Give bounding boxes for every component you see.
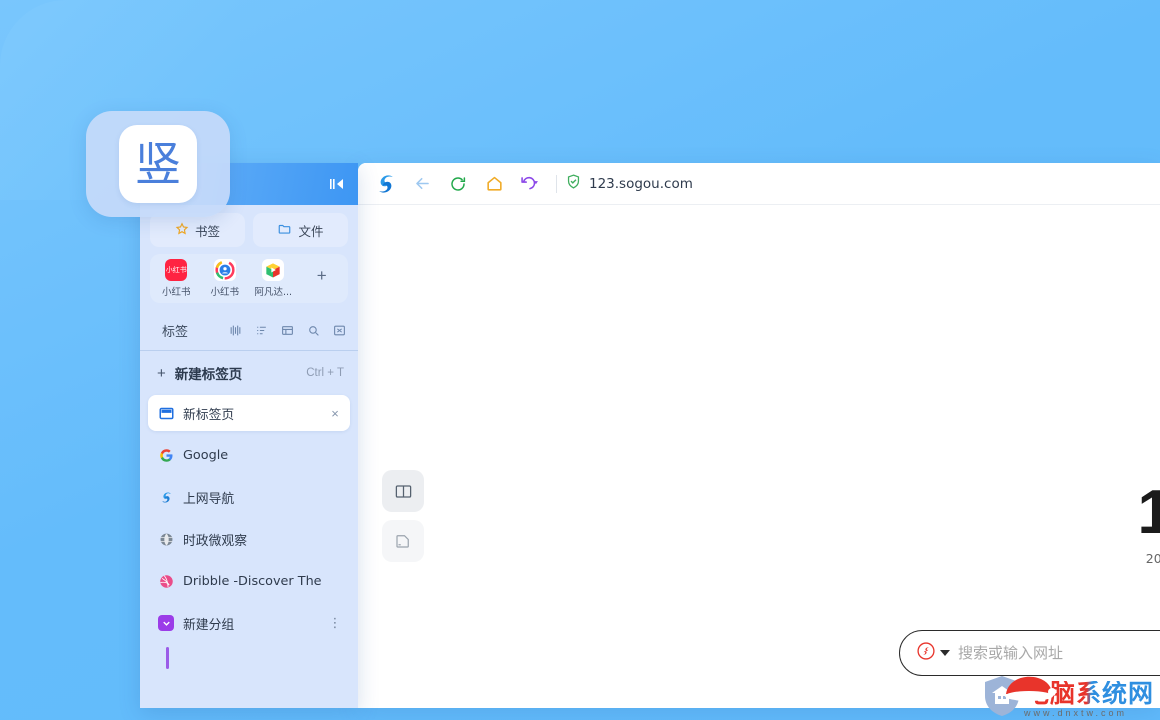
- sidebar-app-1[interactable]: 小红书: [201, 259, 250, 298]
- sidebar-tag-title: 标签: [162, 325, 189, 340]
- back-arrow-icon[interactable]: [404, 169, 440, 199]
- group-indent-line: [166, 647, 169, 669]
- dribbble-icon: [158, 573, 174, 589]
- sidebar-tab-files-label: 文件: [298, 223, 324, 239]
- screen-root: 竖 书签 文件 小红书 小红书 小红书 阿凡达... + 标签 + 新建标签页 …: [0, 0, 1160, 720]
- history-undo-icon[interactable]: [512, 169, 548, 199]
- tab-item-google-label: Google: [183, 447, 229, 463]
- tab-item-google[interactable]: Google: [148, 437, 350, 473]
- home-icon[interactable]: [476, 169, 512, 199]
- sogou-icon: [158, 489, 174, 505]
- sidebar-add-app-label: +: [316, 266, 327, 285]
- browser-toolbar: 123.sogou.com: [358, 163, 1160, 205]
- globe-icon: [158, 531, 174, 547]
- new-tab-shortcut: Ctrl + T: [306, 367, 344, 379]
- vertical-glyph: 竖: [135, 137, 181, 191]
- tab-item-news-label: 时政微观察: [183, 533, 247, 549]
- sidebar-tab-list: 新标签页 × Google 上网导航 时政微观察 Dribble -Discov…: [140, 395, 358, 669]
- security-shield-icon: [565, 173, 582, 195]
- page-float-buttons: [382, 470, 424, 562]
- tab-item-new-tab[interactable]: 新标签页 ×: [148, 395, 350, 431]
- sidebar-add-app-button[interactable]: +: [298, 259, 347, 298]
- close-icon[interactable]: ×: [328, 406, 342, 421]
- sort-icon[interactable]: [254, 324, 268, 338]
- xiaohongshu-icon: 小红书: [165, 259, 188, 281]
- reading-mode-icon[interactable]: [382, 470, 424, 512]
- address-bar-url: 123.sogou.com: [589, 175, 693, 192]
- clock-widget: 1 20: [1137, 478, 1160, 566]
- screenshot-icon[interactable]: [332, 324, 346, 338]
- browser-window: 123.sogou.com 1 20 搜索或输入网址: [358, 163, 1160, 708]
- star-icon: [175, 221, 189, 239]
- address-bar[interactable]: 123.sogou.com: [565, 173, 1150, 195]
- collapse-panel-icon[interactable]: [328, 175, 346, 193]
- new-tab-button[interactable]: + 新建标签页 Ctrl + T: [140, 351, 358, 395]
- sidebar-app-2-label: 阿凡达...: [254, 287, 293, 298]
- sidebar-tab-bookmarks-label: 书签: [194, 223, 220, 239]
- new-tab-icon: [158, 405, 174, 421]
- tab-item-navigation[interactable]: 上网导航: [148, 479, 350, 515]
- google-icon: [158, 447, 174, 463]
- sidebar-tab-bookmarks[interactable]: 书签: [150, 213, 245, 247]
- sidebar-quick-tabs: 书签 文件: [150, 213, 348, 247]
- sidebar-app-1-label: 小红书: [210, 287, 239, 298]
- chevron-down-icon: [940, 650, 950, 656]
- search-engine-selector[interactable]: [916, 641, 950, 666]
- tab-item-dribbble[interactable]: Dribble -Discover The: [148, 563, 350, 599]
- tab-item-news[interactable]: 时政微观察: [148, 521, 350, 557]
- watermark-url-text: www.dnxtw.com: [1023, 708, 1128, 718]
- sogou-search-icon: [916, 641, 936, 666]
- tab-item-new-tab-label: 新标签页: [183, 407, 235, 423]
- clock-time: 1: [1137, 478, 1160, 547]
- xiaohongshu-circle-icon: [213, 259, 236, 281]
- sidebar-tag-tools: [228, 324, 346, 338]
- split-view-icon[interactable]: [228, 324, 242, 338]
- sidebar-tag-header: 标签: [140, 307, 358, 351]
- vertical-layout-badge[interactable]: 竖: [86, 111, 230, 217]
- tab-item-new-group[interactable]: 新建分组 ⋮: [148, 605, 350, 641]
- tab-item-navigation-label: 上网导航: [183, 491, 235, 507]
- search-icon[interactable]: [306, 324, 320, 338]
- sidebar-app-2[interactable]: 阿凡达...: [249, 259, 298, 298]
- reload-icon[interactable]: [440, 169, 476, 199]
- sidebar-tab-files[interactable]: 文件: [253, 213, 348, 247]
- clock-date: 20: [1145, 550, 1160, 566]
- more-options-icon[interactable]: ⋮: [328, 615, 342, 631]
- sidebar-quick-area: 书签 文件 小红书 小红书 小红书 阿凡达... +: [140, 205, 358, 307]
- sidebar-app-0[interactable]: 小红书 小红书: [152, 259, 201, 298]
- plus-icon: +: [157, 364, 166, 382]
- browser-content: 1 20 搜索或输入网址: [358, 205, 1160, 708]
- search-box[interactable]: [899, 630, 1160, 676]
- grid-view-icon[interactable]: [280, 324, 294, 338]
- tab-item-dribbble-label: Dribble -Discover The: [183, 573, 322, 589]
- search-input[interactable]: [958, 644, 1160, 662]
- new-tab-label: 新建标签页: [174, 367, 243, 383]
- group-icon: [158, 615, 174, 631]
- file-folder-icon[interactable]: [382, 520, 424, 562]
- browser-sidebar: 书签 文件 小红书 小红书 小红书 阿凡达... + 标签 + 新建标签页 Ct…: [140, 163, 358, 708]
- toolbar-divider: [556, 174, 557, 193]
- tab-item-new-group-label: 新建分组: [183, 617, 235, 633]
- folder-icon: [277, 222, 292, 239]
- sidebar-app-0-label: 小红书: [161, 287, 191, 298]
- avatar-video-icon: [262, 259, 285, 281]
- vertical-layout-badge-inner: 竖: [119, 125, 197, 203]
- sogou-logo-icon[interactable]: [368, 169, 404, 199]
- sidebar-apps-row: 小红书 小红书 小红书 阿凡达... +: [150, 254, 348, 303]
